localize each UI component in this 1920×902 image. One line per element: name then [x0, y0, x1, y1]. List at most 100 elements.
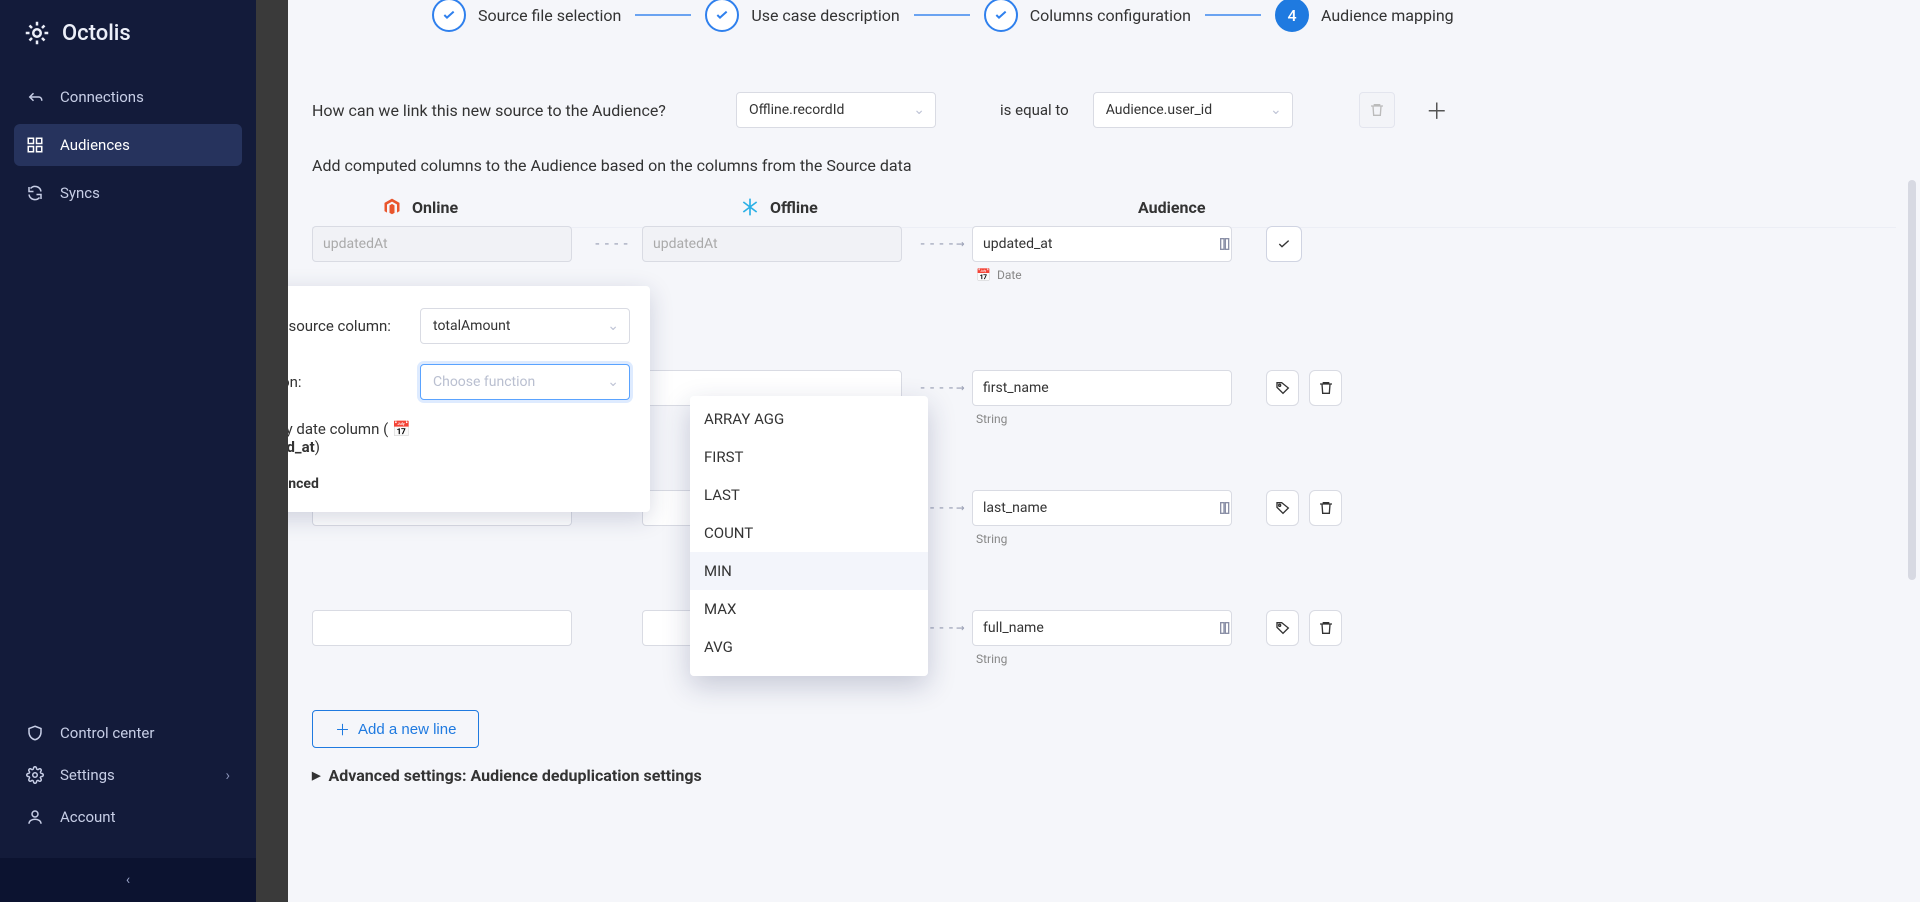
sidebar-item-label: Audiences — [60, 136, 130, 154]
scrollbar[interactable] — [1908, 180, 1916, 580]
audience-field-value: full_name — [983, 620, 1044, 636]
panel-edge — [256, 0, 288, 902]
online-field[interactable] — [312, 610, 572, 646]
field-type-label: String — [976, 532, 1007, 546]
step-number: 4 — [1275, 0, 1309, 32]
audience-field[interactable]: last_name — [972, 490, 1232, 526]
step-connector — [1205, 14, 1261, 16]
delete-link-button[interactable] — [1359, 92, 1395, 128]
chevron-down-icon: ⌄ — [1270, 102, 1282, 118]
column-settings-icon[interactable] — [1216, 234, 1236, 254]
function-select[interactable]: Choose function ⌄ — [420, 364, 630, 400]
source-column-select[interactable]: totalAmount ⌄ — [420, 308, 630, 344]
function-dropdown: ARRAY AGGFIRSTLASTCOUNTMINMAXAVGSUM — [690, 396, 928, 676]
step-use-case[interactable]: Use case description — [705, 0, 899, 32]
arrow-icon: ---- — [582, 226, 642, 262]
function-option[interactable]: COUNT — [690, 514, 928, 552]
filter-prefix: Filter by date column ( — [288, 420, 392, 438]
delete-row-button[interactable] — [1309, 490, 1342, 526]
link-row: How can we link this new source to the A… — [312, 52, 1896, 152]
filter-by-date-label: Filter by date column ( 📅 updated_at) — [288, 420, 630, 456]
filter-column-name: updated_at — [288, 438, 315, 456]
source-column-label-suffix: source column: — [288, 317, 391, 335]
step-check-icon — [984, 0, 1018, 32]
link-left-select[interactable]: Offline.recordId ⌄ — [736, 92, 936, 128]
audience-field-value: last_name — [983, 500, 1047, 516]
grid-icon — [26, 136, 44, 154]
select-value: Offline.recordId — [749, 102, 844, 118]
step-label: Audience mapping — [1321, 6, 1454, 25]
function-option[interactable]: MIN — [690, 552, 928, 590]
step-connector — [914, 14, 970, 16]
sidebar-item-syncs[interactable]: Syncs — [14, 172, 242, 214]
header-offline: Offline — [670, 197, 1010, 217]
tag-row-button[interactable] — [1266, 610, 1299, 646]
chevron-down-icon: ⌄ — [607, 318, 619, 334]
add-line-button[interactable]: ＋ Add a new line — [312, 710, 479, 748]
chevron-left-icon: ‹ — [126, 872, 130, 888]
confirm-row-button[interactable] — [1266, 226, 1302, 262]
tag-icon — [1275, 380, 1291, 396]
sidebar-item-settings[interactable]: Settings › — [14, 754, 242, 796]
step-connector — [635, 14, 691, 16]
audience-field[interactable]: full_name — [972, 610, 1232, 646]
function-label: Function: — [288, 373, 410, 391]
sidebar-item-control-center[interactable]: Control center — [14, 712, 242, 754]
arrow-icon — [582, 610, 642, 646]
step-columns-config[interactable]: Columns configuration — [984, 0, 1191, 32]
delete-row-button[interactable] — [1309, 610, 1342, 646]
tag-icon — [1275, 500, 1291, 516]
function-option[interactable]: FIRST — [690, 438, 928, 476]
sidebar-collapse-button[interactable]: ‹ — [0, 858, 256, 902]
function-option[interactable]: AVG — [690, 628, 928, 666]
trash-icon — [1369, 102, 1385, 118]
main-panel: Source file selection Use case descripti… — [288, 0, 1920, 902]
field-type: 📅 Date — [972, 268, 1242, 282]
step-source-file[interactable]: Source file selection — [432, 0, 621, 32]
field-type-label: Date — [997, 268, 1022, 282]
delete-row-button[interactable] — [1309, 370, 1342, 406]
sidebar-item-label: Syncs — [60, 184, 100, 202]
advanced-settings-label: Advanced settings: Audience deduplicatio… — [328, 766, 701, 785]
sidebar-item-account[interactable]: Account — [14, 796, 242, 838]
wizard-stepper: Source file selection Use case descripti… — [312, 0, 1896, 52]
tag-row-button[interactable] — [1266, 370, 1299, 406]
function-option[interactable]: SUM — [690, 666, 928, 676]
mapping-row: ----→ full_name String — [312, 600, 1896, 684]
online-field[interactable]: updatedAt — [312, 226, 572, 262]
plus-icon: ＋ — [1426, 94, 1448, 126]
function-option[interactable]: LAST — [690, 476, 928, 514]
sidebar-nav-top: Connections Audiences Syncs — [0, 58, 256, 708]
field-type: String — [972, 652, 1242, 666]
step-check-icon — [432, 0, 466, 32]
header-label: Offline — [770, 198, 818, 217]
audience-field[interactable]: updated_at — [972, 226, 1232, 262]
sidebar-item-label: Account — [60, 808, 116, 826]
offline-field[interactable]: updatedAt — [642, 226, 902, 262]
audience-field[interactable]: first_name — [972, 370, 1232, 406]
link-question: How can we link this new source to the A… — [312, 101, 712, 120]
add-link-button[interactable]: ＋ — [1419, 92, 1455, 128]
function-option[interactable]: ARRAY AGG — [690, 400, 928, 438]
chevron-right-icon: › — [225, 766, 230, 784]
offline-column-popover: Offline source column: totalAmount ⌄ Fun… — [288, 286, 650, 512]
select-value: totalAmount — [433, 318, 510, 334]
sidebar-item-audiences[interactable]: Audiences — [14, 124, 242, 166]
header-audience: Audience — [1028, 197, 1368, 217]
column-settings-icon[interactable] — [1216, 498, 1236, 518]
header-label: Online — [412, 198, 458, 217]
step-audience-mapping[interactable]: 4 Audience mapping — [1275, 0, 1454, 32]
popover-advanced-toggle[interactable]: ▶ Advanced — [288, 476, 630, 492]
function-option[interactable]: MAX — [690, 590, 928, 628]
select-value: Audience.user_id — [1106, 102, 1212, 118]
step-check-icon — [705, 0, 739, 32]
column-settings-icon[interactable] — [1216, 618, 1236, 638]
triangle-right-icon: ▶ — [312, 769, 320, 782]
advanced-settings-toggle[interactable]: ▶ Advanced settings: Audience deduplicat… — [312, 748, 1896, 809]
link-right-select[interactable]: Audience.user_id ⌄ — [1093, 92, 1293, 128]
arrow-icon: ----→ — [912, 226, 972, 262]
tag-row-button[interactable] — [1266, 490, 1299, 526]
date-icon: 📅 — [392, 420, 411, 438]
chevron-down-icon: ⌄ — [607, 374, 619, 390]
sidebar-item-connections[interactable]: Connections — [14, 76, 242, 118]
